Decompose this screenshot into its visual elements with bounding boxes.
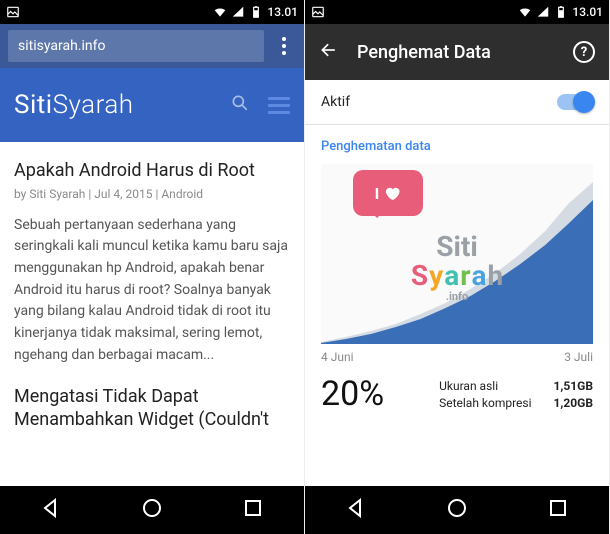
nav-bar [305, 486, 609, 534]
url-field[interactable]: sitisyarah.info [8, 30, 264, 62]
toggle-label: Aktif [321, 94, 557, 110]
orig-size-value: 1,51GB [554, 379, 593, 393]
address-bar: sitisyarah.info [0, 24, 304, 68]
article-2[interactable]: Mengatasi Tidak Dapat Menambahkan Widget… [0, 366, 304, 435]
phone-left: 13.01 sitisyarah.info SitiSyarah Apakah … [0, 0, 305, 534]
divider [305, 124, 609, 125]
date-start: 4 Juni [321, 350, 354, 364]
status-bar: 13.01 [0, 0, 304, 24]
wifi-icon [518, 5, 532, 19]
article-body: Sebuah pertanyaan sederhana yang seringk… [14, 215, 290, 367]
signal-icon [231, 5, 245, 19]
picture-icon [6, 5, 20, 19]
picture-icon [311, 5, 325, 19]
menu-icon[interactable] [268, 97, 290, 114]
article-1[interactable]: Apakah Android Harus di Root by Siti Sya… [0, 142, 304, 366]
article-title: Mengatasi Tidak Dapat Menambahkan Widget… [14, 386, 290, 431]
area-chart-svg [321, 164, 593, 344]
section-title: Penghematan data [305, 135, 609, 164]
recents-button[interactable] [546, 496, 570, 524]
article-title: Apakah Android Harus di Root [14, 160, 290, 183]
wifi-icon [213, 5, 227, 19]
help-icon[interactable]: ? [573, 41, 595, 63]
site-logo[interactable]: SitiSyarah [14, 90, 216, 120]
logo-part-1: Siti [14, 90, 53, 120]
app-bar: Penghemat Data ? [305, 24, 609, 80]
home-button[interactable] [140, 496, 164, 524]
nav-bar [0, 486, 304, 534]
toggle-row[interactable]: Aktif [305, 80, 609, 124]
overflow-menu-icon[interactable] [272, 33, 296, 59]
orig-size-label: Ukuran asli [439, 379, 531, 393]
comp-size-label: Setelah kompresi [439, 396, 531, 410]
logo-part-2: Syarah [53, 90, 134, 120]
battery-icon [554, 5, 568, 19]
back-arrow-icon[interactable] [319, 40, 339, 64]
back-button[interactable] [39, 496, 63, 524]
data-chart: I Siti Syarah .info [321, 164, 593, 344]
date-range: 4 Juni 3 Juli [305, 344, 609, 366]
recents-button[interactable] [241, 496, 265, 524]
status-bar: 13.01 [305, 0, 609, 24]
date-end: 3 Juli [564, 350, 593, 364]
page-title: Penghemat Data [357, 42, 555, 63]
home-button[interactable] [445, 496, 469, 524]
savings-percent: 20% [321, 374, 423, 414]
clock-text: 13.01 [267, 5, 298, 19]
settings-content: Penghemat Data ? Aktif Penghematan data … [305, 24, 609, 486]
clock-text: 13.01 [572, 5, 603, 19]
toggle-switch[interactable] [557, 94, 593, 110]
phone-right: 13.01 Penghemat Data ? Aktif Penghematan… [305, 0, 610, 534]
site-header: SitiSyarah [0, 68, 304, 142]
back-button[interactable] [344, 496, 368, 524]
browser-content: sitisyarah.info SitiSyarah Apakah Androi… [0, 24, 304, 486]
stats-row: 20% Ukuran asli 1,51GB Setelah kompresi … [305, 366, 609, 422]
signal-icon [536, 5, 550, 19]
search-icon[interactable] [230, 93, 250, 117]
battery-icon [249, 5, 263, 19]
comp-size-value: 1,20GB [554, 396, 593, 410]
article-meta: by Siti Syarah | Jul 4, 2015 | Android [14, 187, 290, 201]
